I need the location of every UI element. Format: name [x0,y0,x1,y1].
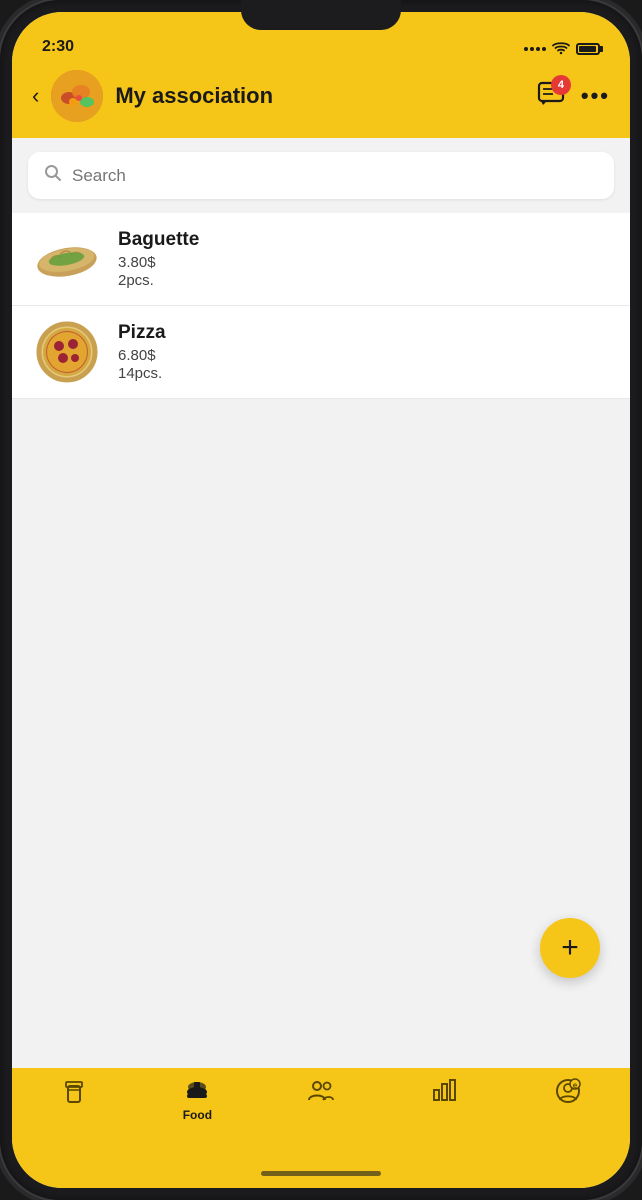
status-time: 2:30 [42,38,74,56]
product-list: Baguette 3.80$ 2pcs. [12,213,630,399]
people-icon [307,1078,335,1102]
notification-badge: 4 [551,75,571,95]
nav-item-people[interactable] [259,1078,383,1102]
search-bar [28,152,614,199]
phone-screen: 2:30 [12,12,630,1188]
product-price: 6.80$ [118,347,610,364]
list-item[interactable]: Baguette 3.80$ 2pcs. [12,213,630,306]
wifi-icon [552,42,570,56]
nav-item-drinks[interactable] [12,1078,136,1106]
signal-icon [524,47,546,51]
add-button[interactable]: + [540,918,600,978]
product-info-pizza: Pizza 6.80$ 14pcs. [118,322,610,382]
bottom-nav: Food [12,1068,630,1158]
back-button[interactable]: ‹ [32,83,39,109]
product-name: Pizza [118,322,610,344]
search-container [12,138,630,213]
home-bar [261,1171,381,1176]
page-title: My association [115,83,273,109]
product-quantity: 14pcs. [118,365,610,382]
nav-item-settings[interactable]: e [506,1078,630,1104]
search-icon [44,164,62,187]
notch [241,0,401,30]
phone-frame: 2:30 [0,0,642,1200]
list-item[interactable]: Pizza 6.80$ 14pcs. [12,306,630,399]
svg-text:e: e [573,1081,578,1090]
search-input[interactable] [72,166,598,186]
nav-item-food[interactable]: Food [136,1078,260,1122]
nav-label-food: Food [183,1108,212,1122]
product-image-pizza [32,325,102,380]
account-icon: e [555,1078,581,1104]
product-name: Baguette [118,229,610,251]
header-left: ‹ My association [32,70,273,122]
product-quantity: 2pcs. [118,272,610,289]
stats-icon [432,1078,458,1102]
home-indicator [12,1158,630,1188]
notification-button[interactable]: 4 [537,81,565,112]
more-options-button[interactable]: ••• [581,83,610,109]
product-price: 3.80$ [118,254,610,271]
product-info-baguette: Baguette 3.80$ 2pcs. [118,229,610,289]
avatar[interactable] [51,70,103,122]
battery-icon [576,43,600,55]
header-right: 4 ••• [537,81,610,112]
nav-item-stats[interactable] [383,1078,507,1102]
product-image-baguette [32,232,102,287]
food-icon [184,1078,210,1104]
header: ‹ My association [12,62,630,138]
drink-icon [62,1078,86,1106]
status-icons [524,42,600,56]
content-area: Baguette 3.80$ 2pcs. [12,138,630,1068]
